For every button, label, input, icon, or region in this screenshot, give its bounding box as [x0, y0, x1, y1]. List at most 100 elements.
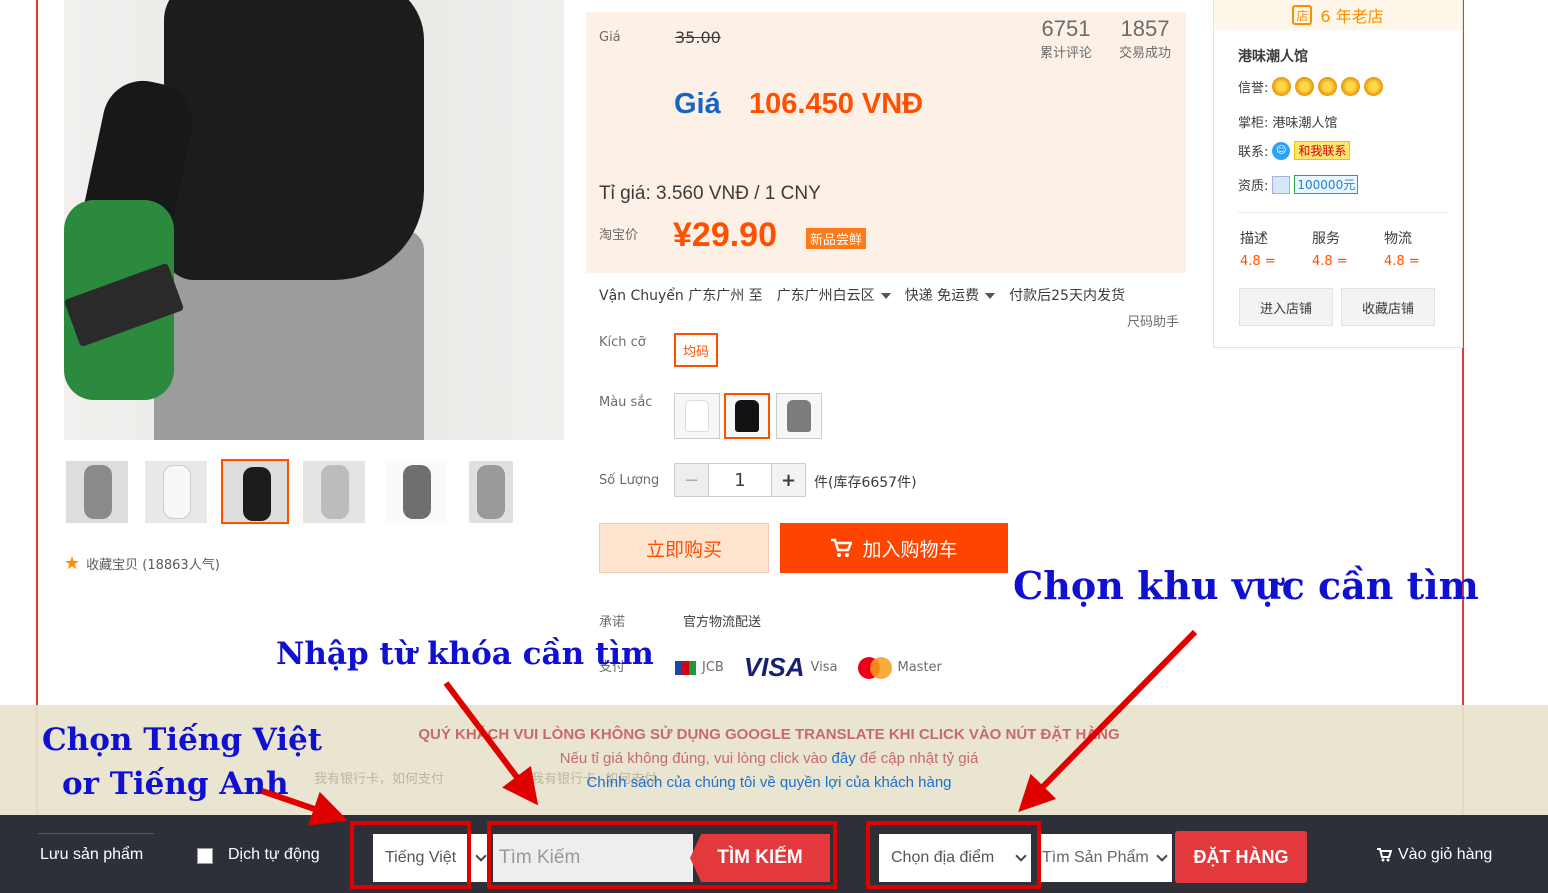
- quantity-plus-button[interactable]: +: [771, 464, 805, 496]
- find-product-select[interactable]: Tìm Sản Phẩm: [1038, 834, 1172, 882]
- contact-seller-button[interactable]: 和我联系: [1294, 141, 1351, 160]
- rating-label: 描述: [1240, 231, 1268, 247]
- rating-label: 服务: [1312, 231, 1340, 247]
- shop-contact-row: 联系: ☺ 和我联系: [1238, 141, 1351, 160]
- rating-description: 描述 4.8 =: [1240, 228, 1276, 269]
- rate-notice-prefix: Nếu tỉ giá không đúng, vui lòng click và…: [559, 750, 828, 767]
- shop-icon: 店: [1292, 5, 1313, 25]
- star-icon: ★: [64, 553, 81, 574]
- highlight-search-box: [487, 821, 837, 889]
- taobao-price: ¥29.90: [673, 216, 777, 254]
- shop-owner-row: 掌柜: 港味潮人馆: [1238, 112, 1337, 131]
- add-to-cart-button[interactable]: 加入购物车: [780, 523, 1008, 573]
- vnd-price: 106.450 VNĐ: [749, 88, 924, 120]
- credit-label: 信誉:: [1238, 81, 1269, 96]
- quantity-minus-button[interactable]: −: [675, 464, 709, 496]
- caret-down-icon: [985, 293, 996, 299]
- crown-icon: [1295, 77, 1315, 96]
- shop-age-header: 店 6 年老店: [1214, 0, 1462, 30]
- auto-translate-label: Dịch tự động: [228, 846, 320, 863]
- sales-label: 交易成功: [1118, 46, 1171, 61]
- taobao-price-label: 淘宝价: [599, 228, 639, 243]
- chat-icon: ☺: [1272, 141, 1291, 160]
- payment-methods: JCB VISA Visa Master: [675, 652, 942, 683]
- rating-label: 物流: [1384, 231, 1412, 247]
- color-option-black[interactable]: [724, 393, 770, 439]
- annotation-region: Chọn khu vực cần tìm: [1013, 563, 1479, 608]
- license-icon[interactable]: [1272, 175, 1291, 194]
- crown-icon: [1318, 77, 1338, 96]
- product-thumbnail[interactable]: [303, 461, 365, 523]
- shipping-destination-text: 广东广州白云区: [776, 288, 875, 304]
- go-to-cart-link[interactable]: Vào giỏ hàng: [1376, 846, 1492, 864]
- annotation-language-line1: Chọn Tiếng Việt: [42, 722, 323, 758]
- price-label: Giá: [599, 30, 621, 45]
- shop-credit-row: 信誉:: [1238, 77, 1384, 96]
- product-thumbnail[interactable]: [145, 461, 207, 523]
- size-label: Kích cỡ: [599, 335, 646, 350]
- reviews-stat[interactable]: 6751 累计评论: [1036, 16, 1096, 61]
- rating-service: 服务 4.8 =: [1312, 228, 1348, 269]
- reviews-label: 累计评论: [1039, 46, 1092, 61]
- jcb-label: JCB: [702, 660, 724, 675]
- sales-stat: 1857 交易成功: [1114, 16, 1176, 61]
- shipping-label: Vận Chuyển: [599, 288, 684, 304]
- product-thumbnail[interactable]: [469, 461, 513, 523]
- stock-info: 件(库存6657件): [814, 475, 917, 491]
- save-product-button[interactable]: Lưu sản phẩm: [40, 846, 143, 864]
- qualification-label: 资质:: [1238, 179, 1269, 194]
- shipping-destination[interactable]: 广东广州白云区: [777, 285, 891, 305]
- shop-name[interactable]: 港味潮人馆: [1238, 46, 1308, 66]
- size-option[interactable]: 均码: [674, 333, 718, 367]
- quantity-label: Số Lượng: [599, 473, 660, 488]
- sales-count: 1857: [1120, 16, 1170, 41]
- color-label: Màu sắc: [599, 395, 653, 410]
- owner-label: 掌柜:: [1238, 116, 1269, 131]
- product-thumbnail[interactable]: [385, 461, 447, 523]
- dispatch-time: 付款后25天内发货: [1009, 288, 1125, 304]
- buy-now-button[interactable]: 立即购买: [599, 523, 769, 573]
- auto-translate-checkbox[interactable]: [197, 848, 213, 864]
- cart-link-label: Vào giỏ hàng: [1398, 846, 1493, 863]
- shipping-row: Vận Chuyển 广东广州 至 广东广州白云区 快递 免运费 付款后25天内…: [599, 285, 1125, 305]
- shipping-method[interactable]: 快递 免运费: [904, 285, 996, 305]
- cart-icon: [831, 538, 853, 557]
- visa-icon: VISA: [743, 652, 805, 682]
- rating-value: 4.8 =: [1240, 254, 1276, 269]
- promise-value: 官方物流配送: [683, 615, 762, 630]
- rating-value: 4.8 =: [1312, 254, 1348, 269]
- highlight-location-box: [866, 821, 1041, 889]
- deposit-badge[interactable]: 100000元: [1294, 175, 1359, 194]
- rate-notice-suffix: để cập nhật tỷ giá: [859, 750, 979, 767]
- shop-years: 6 年老店: [1320, 7, 1384, 26]
- exchange-rate: Tỉ giá: 3.560 VNĐ / 1 CNY: [599, 183, 821, 204]
- divider: [38, 833, 154, 834]
- cart-icon: [1377, 848, 1392, 862]
- caret-down-icon: [880, 293, 891, 299]
- new-product-badge: 新品尝鲜: [806, 228, 867, 249]
- color-option-gray[interactable]: [776, 393, 822, 439]
- owner-name: 港味潮人馆: [1272, 116, 1338, 131]
- size-helper-link[interactable]: 尺码助手: [1127, 311, 1179, 330]
- enter-shop-button[interactable]: 进入店铺: [1239, 288, 1333, 326]
- update-rate-link[interactable]: đây: [832, 750, 856, 767]
- product-thumbnail-active[interactable]: [221, 459, 289, 524]
- original-price: 35.00: [675, 28, 721, 47]
- product-thumbnail[interactable]: [66, 461, 128, 523]
- jcb-icon: [675, 660, 696, 675]
- annotation-keyword: Nhập từ khóa cần tìm: [276, 636, 654, 672]
- promise-label: 承诺: [599, 615, 626, 630]
- color-option-white[interactable]: [674, 393, 720, 439]
- favorite-shop-button[interactable]: 收藏店铺: [1341, 288, 1435, 326]
- shop-qualification-row: 资质: 100000元: [1238, 175, 1359, 194]
- shipping-method-text: 快递 免运费: [904, 288, 980, 304]
- quantity-input[interactable]: 1: [709, 464, 771, 496]
- divider: [1238, 212, 1448, 213]
- shipping-from: 广东广州 至: [688, 288, 763, 304]
- crown-icon: [1341, 77, 1361, 96]
- product-main-image: [64, 0, 564, 440]
- rating-value: 4.8 =: [1384, 254, 1420, 269]
- order-button[interactable]: ĐẶT HÀNG: [1175, 831, 1307, 883]
- contact-label: 联系:: [1238, 145, 1269, 160]
- favorite-product[interactable]: ★ 收藏宝贝 (18863人气): [64, 553, 220, 574]
